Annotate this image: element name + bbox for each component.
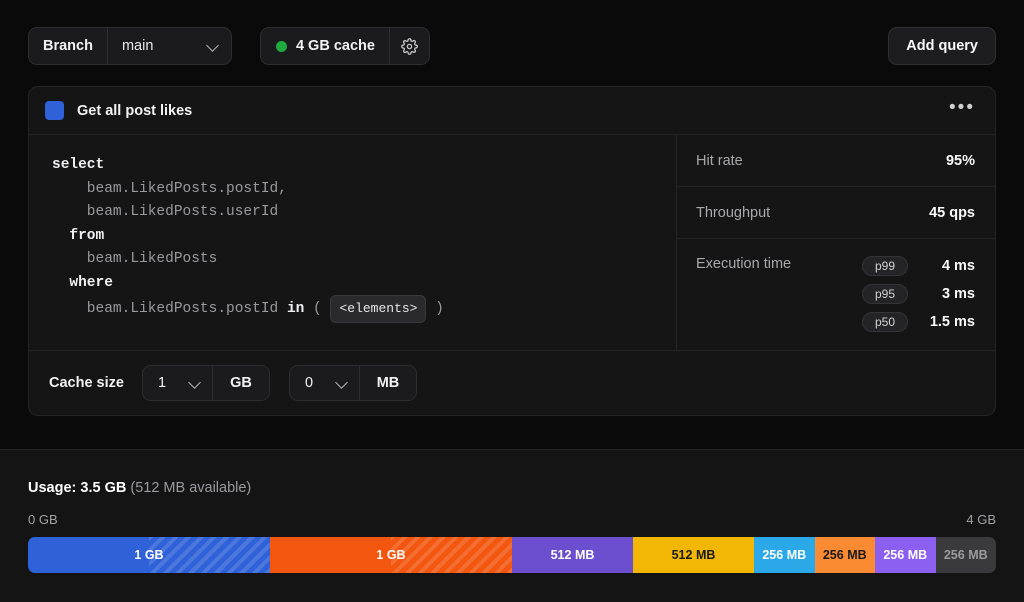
usage-bar-segment-label: 256 MB	[943, 548, 988, 562]
cache-settings-button[interactable]	[389, 28, 429, 64]
metric-value: 45 qps	[929, 204, 975, 221]
usage-bar-segment[interactable]: 256 MB	[754, 537, 815, 573]
usage-bar-segment[interactable]: 512 MB	[512, 537, 633, 573]
percentile-value: 3 ms	[941, 286, 975, 302]
percentile-value: 1.5 ms	[929, 314, 975, 330]
elements-chip[interactable]: <elements>	[330, 295, 427, 323]
usage-bar-segment-label: 256 MB	[883, 548, 928, 562]
usage-summary: Usage: 3.5 GB (512 MB available)	[28, 480, 251, 496]
cache-status: 4 GB cache	[260, 28, 390, 64]
usage-bar[interactable]: 1 GB 1 GB 512 MB 512 MB 256 MB 256 MB 256 MB 25…	[28, 537, 996, 573]
usage-scale-min: 0 GB	[28, 512, 58, 527]
cache-size-row: Cache size 1 GB 0 MB	[29, 350, 995, 415]
query-card-body: select beam.LikedPosts.postId, beam.Like…	[29, 135, 995, 350]
usage-bar-segment-label: 512 MB	[671, 548, 716, 562]
percentile-item: p99 4 ms	[862, 256, 975, 276]
metric-value: 95%	[945, 152, 975, 169]
percentile-list: p99 4 ms p95 3 ms p50 1.5 ms	[862, 256, 975, 332]
branch-value-dropdown[interactable]: main	[107, 28, 231, 64]
usage-bar-segment[interactable]: 512 MB	[633, 537, 754, 573]
usage-bar-segment[interactable]: 256 MB	[935, 537, 996, 573]
usage-bar-segment-label: 256 MB	[822, 548, 867, 562]
usage-total: 3.5 GB	[80, 480, 127, 496]
metric-row: Throughput 45 qps	[677, 187, 995, 239]
cache-status-label: 4 GB cache	[295, 38, 375, 54]
branch-value: main	[121, 38, 154, 54]
percentile-badge: p99	[862, 256, 908, 276]
query-card-header: Get all post likes •••	[29, 87, 995, 135]
cache-size-gb-unit: GB	[212, 366, 269, 400]
gear-icon	[401, 37, 418, 55]
percentile-badge: p50	[862, 312, 908, 332]
usage-scale-max: 4 GB	[966, 512, 996, 527]
metrics-pane: Hit rate 95% Throughput 45 qps Execution…	[677, 135, 995, 350]
execution-time-row: Execution time p99 4 ms p95 3 ms p50 1.5	[677, 239, 995, 350]
ellipsis-icon[interactable]: •••	[943, 98, 977, 123]
metric-label: Throughput	[696, 204, 771, 221]
usage-bar-segment-label: 256 MB	[762, 548, 807, 562]
cache-size-mb-dropdown[interactable]: 0	[289, 366, 360, 400]
percentile-item: p95 3 ms	[862, 284, 975, 304]
query-card: Get all post likes ••• select beam.Liked…	[28, 86, 996, 416]
stripe-pattern	[391, 537, 512, 573]
branch-label: Branch	[29, 28, 108, 64]
cache-size-gb-dropdown[interactable]: 1	[142, 366, 213, 400]
cache-size-mb-unit: MB	[359, 366, 416, 400]
query-title: Get all post likes	[77, 102, 193, 119]
stripe-pattern	[149, 537, 270, 573]
usage-bar-segment-label: 1 GB	[134, 548, 164, 562]
sql-editor-pane[interactable]: select beam.LikedPosts.postId, beam.Like…	[29, 135, 677, 350]
cache-size-mb-group[interactable]: 0 MB	[288, 365, 417, 401]
app-root: Branch main 4 GB cache Add query Get all…	[0, 0, 1024, 602]
usage-bar-segment[interactable]: 1 GB	[270, 537, 512, 573]
usage-bar-segment-label: 1 GB	[376, 548, 406, 562]
percentile-value: 4 ms	[941, 258, 975, 274]
usage-bar-segment[interactable]: 1 GB	[28, 537, 270, 573]
cache-status-group[interactable]: 4 GB cache	[259, 27, 430, 65]
usage-bar-segment-label: 512 MB	[550, 548, 595, 562]
metric-label: Hit rate	[696, 152, 743, 169]
top-toolbar: Branch main 4 GB cache Add query	[0, 0, 1024, 92]
metric-row: Hit rate 95%	[677, 135, 995, 187]
usage-scale: 0 GB 4 GB	[28, 512, 996, 527]
cache-size-mb-value: 0	[304, 375, 314, 391]
cache-size-label: Cache size	[49, 375, 124, 391]
cache-size-gb-group[interactable]: 1 GB	[141, 365, 270, 401]
blue-square-icon	[45, 101, 64, 120]
execution-time-label: Execution time	[696, 256, 792, 272]
branch-selector[interactable]: Branch main	[28, 27, 232, 65]
percentile-badge: p95	[862, 284, 908, 304]
chevron-down-icon	[336, 377, 348, 389]
add-query-button[interactable]: Add query	[888, 27, 996, 65]
sql-code[interactable]: select beam.LikedPosts.postId, beam.Like…	[52, 154, 676, 323]
cache-size-gb-value: 1	[157, 375, 167, 391]
chevron-down-icon	[207, 40, 219, 52]
status-dot-icon	[275, 40, 287, 52]
usage-footer: Usage: 3.5 GB (512 MB available) 0 GB 4 …	[0, 450, 1024, 602]
usage-bar-segment[interactable]: 256 MB	[875, 537, 936, 573]
chevron-down-icon	[189, 377, 201, 389]
percentile-item: p50 1.5 ms	[862, 312, 975, 332]
usage-bar-segment[interactable]: 256 MB	[814, 537, 875, 573]
usage-available: (512 MB available)	[130, 480, 252, 496]
usage-prefix: Usage:	[28, 480, 77, 496]
